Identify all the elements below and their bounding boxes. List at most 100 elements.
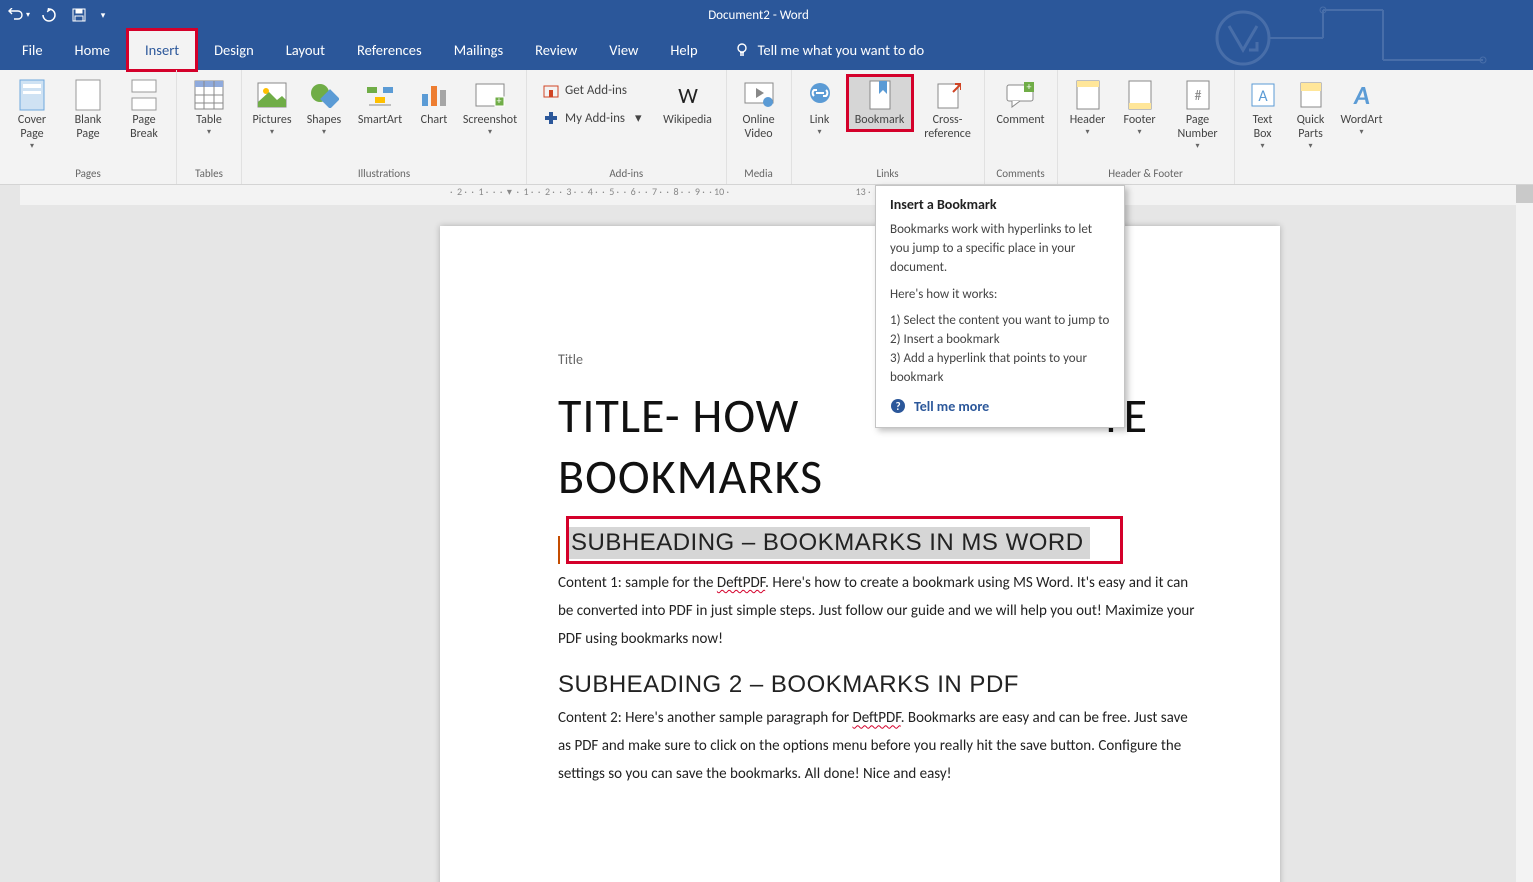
bookmark-tooltip: Insert a Bookmark Bookmarks work with hy… [875, 185, 1125, 428]
group-comments: +Comment Comments [985, 70, 1058, 184]
online-video-button[interactable]: Online Video [733, 74, 785, 146]
svg-text:A: A [1353, 82, 1370, 108]
tell-me-more-link[interactable]: ? Tell me more [890, 398, 1110, 415]
group-links: Link▾ Bookmark Cross-reference Links [792, 70, 985, 184]
pictures-button[interactable]: Pictures▾ [248, 74, 296, 141]
spellcheck-marker: DeftPDF [717, 574, 765, 592]
page-number-button[interactable]: #Page Number▾ [1168, 74, 1228, 155]
tab-design[interactable]: Design [198, 31, 270, 69]
subheading-2[interactable]: SUBHEADING 2 – BOOKMARKS IN PDF [558, 671, 1200, 699]
cover-page-button[interactable]: Cover Page▾ [6, 74, 58, 155]
tab-layout[interactable]: Layout [270, 31, 341, 69]
tooltip-title: Insert a Bookmark [890, 196, 1110, 213]
text-cursor [558, 536, 560, 564]
wikipedia-icon: W [671, 78, 705, 112]
quick-access-toolbar: ▾ ▾ [6, 3, 110, 27]
screenshot-icon: + [473, 78, 507, 112]
save-button[interactable] [66, 3, 92, 27]
blank-page-button[interactable]: Blank Page [62, 74, 114, 146]
group-label-pages: Pages [75, 165, 101, 180]
video-icon [742, 78, 776, 112]
cover-page-icon [15, 78, 49, 112]
page-1[interactable]: Title TITLE- HOWTE BOOKMARKS SUBHEADING … [440, 226, 1280, 882]
group-label-tables: Tables [195, 165, 223, 180]
tab-file[interactable]: File [6, 31, 59, 69]
document-area: Title TITLE- HOWTE BOOKMARKS SUBHEADING … [0, 206, 1533, 882]
text-box-icon: A [1246, 78, 1280, 112]
group-text: AText Box▾ Quick Parts▾ AWordArt▾ [1235, 70, 1393, 184]
header-button[interactable]: Header▾ [1064, 74, 1112, 141]
page-break-button[interactable]: Page Break [118, 74, 170, 146]
lightbulb-icon [734, 42, 750, 58]
title-bar: ▾ ▾ Document2 - Word [0, 0, 1533, 30]
group-label-links: Links [876, 165, 898, 180]
svg-text:+: + [1026, 82, 1031, 93]
smartart-icon [363, 78, 397, 112]
wordart-icon: A [1345, 78, 1379, 112]
svg-text:#: # [1194, 87, 1201, 104]
footer-button[interactable]: Footer▾ [1116, 74, 1164, 141]
link-button[interactable]: Link▾ [798, 74, 842, 141]
subheading-1[interactable]: SUBHEADING – BOOKMARKS IN MS WORD [569, 527, 1090, 559]
comment-button[interactable]: +Comment [991, 74, 1051, 132]
ribbon-insert: Cover Page▾ Blank Page Page Break Pages … [0, 70, 1533, 185]
tell-me-search[interactable]: Tell me what you want to do [734, 41, 925, 59]
pictures-icon [255, 78, 289, 112]
redo-button[interactable] [36, 3, 62, 27]
screenshot-button[interactable]: +Screenshot▾ [460, 74, 520, 141]
svg-text:?: ? [895, 400, 900, 413]
cross-reference-icon [931, 78, 965, 112]
comment-icon: + [1004, 78, 1038, 112]
text-box-button[interactable]: AText Box▾ [1241, 74, 1285, 155]
svg-text:A: A [1258, 87, 1268, 106]
footer-icon [1123, 78, 1157, 112]
chart-button[interactable]: Chart [412, 74, 456, 132]
group-label-comments: Comments [996, 165, 1044, 180]
spellcheck-marker: DeftPDF [852, 709, 900, 727]
page-number-icon: # [1181, 78, 1215, 112]
my-addins-button[interactable]: My Add-ins▾ [537, 106, 648, 130]
content-1[interactable]: Content 1: sample for the DeftPDF. Here'… [558, 570, 1200, 653]
tab-help[interactable]: Help [654, 31, 713, 69]
tab-home[interactable]: Home [59, 31, 126, 69]
qat-customize[interactable]: ▾ [96, 3, 110, 27]
group-pages: Cover Page▾ Blank Page Page Break Pages [0, 70, 177, 184]
tab-mailings[interactable]: Mailings [438, 31, 519, 69]
shapes-icon [307, 78, 341, 112]
table-icon [192, 78, 226, 112]
tab-view[interactable]: View [593, 31, 654, 69]
group-label-text [1312, 165, 1315, 180]
group-header-footer: Header▾ Footer▾ #Page Number▾ Header & F… [1058, 70, 1235, 184]
help-icon: ? [890, 398, 906, 414]
group-label-header-footer: Header & Footer [1108, 165, 1183, 180]
tab-references[interactable]: References [341, 31, 438, 69]
group-label-addins: Add-ins [609, 165, 643, 180]
bookmark-button[interactable]: Bookmark [846, 74, 914, 132]
vertical-scrollbar[interactable] [1516, 185, 1533, 882]
content-2[interactable]: Content 2: Here's another sample paragra… [558, 705, 1200, 788]
shapes-button[interactable]: Shapes▾ [300, 74, 348, 141]
table-button[interactable]: Table▾ [183, 74, 235, 141]
group-addins: Get Add-ins My Add-ins▾ WWikipedia Add-i… [527, 70, 727, 184]
quick-parts-icon [1294, 78, 1328, 112]
header-icon [1071, 78, 1105, 112]
wikipedia-button[interactable]: WWikipedia [656, 74, 720, 132]
svg-text:W: W [678, 83, 698, 107]
blank-page-icon [71, 78, 105, 112]
scrollbar-thumb[interactable] [1516, 185, 1533, 203]
smartart-button[interactable]: SmartArt [352, 74, 408, 132]
cross-reference-button[interactable]: Cross-reference [918, 74, 978, 146]
get-addins-button[interactable]: Get Add-ins [537, 78, 648, 102]
horizontal-ruler[interactable]: · 2 · · 1 · · · ▾ · 1 · · 2 · · 3 · · 4 … [20, 185, 1533, 205]
quick-parts-button[interactable]: Quick Parts▾ [1289, 74, 1333, 155]
undo-button[interactable]: ▾ [6, 3, 32, 27]
tab-review[interactable]: Review [519, 31, 593, 69]
ribbon-tabs: File Home Insert Design Layout Reference… [0, 30, 1533, 70]
tab-insert[interactable]: Insert [129, 31, 195, 69]
group-label-illustrations: Illustrations [358, 165, 410, 180]
group-media: Online Video Media [727, 70, 792, 184]
addins-icon [543, 110, 559, 126]
wordart-button[interactable]: AWordArt▾ [1337, 74, 1387, 141]
svg-text:+: + [497, 94, 502, 107]
chart-icon [417, 78, 451, 112]
